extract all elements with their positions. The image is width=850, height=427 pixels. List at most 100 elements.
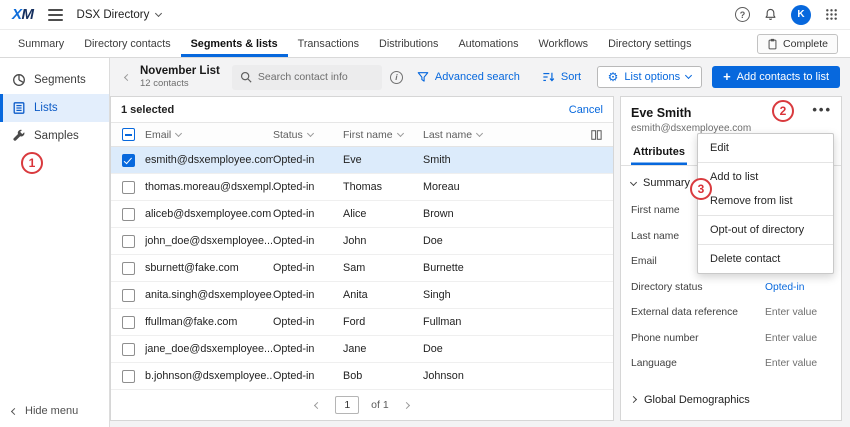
back-button[interactable] [118,68,136,86]
info-icon[interactable]: i [390,71,403,84]
cell-last-name: Burnette [423,262,613,274]
chevron-down-icon [397,129,404,136]
manage-columns-button[interactable] [579,129,613,141]
sidebar-label-lists: Lists [34,102,58,114]
sort-label: Sort [561,71,581,83]
tab-summary[interactable]: Summary [8,30,74,57]
list-title-block: November List 12 contacts [140,65,220,89]
row-checkbox[interactable] [122,154,135,167]
app-window: XM DSX Directory ? K Summary Directory c… [0,0,850,427]
cell-email: b.johnson@dsxemployee.... [145,370,273,382]
user-avatar[interactable]: K [791,5,811,25]
complete-button[interactable]: Complete [757,34,838,54]
cell-email: john_doe@dsxemployee.... [145,235,273,247]
search-input[interactable] [258,71,370,83]
tab-distributions[interactable]: Distributions [369,30,448,57]
plus-icon: + [723,72,731,82]
menu-divider [698,215,833,216]
column-header-email[interactable]: Email [145,129,171,141]
add-contacts-to-list-button[interactable]: + Add contacts to list [712,66,840,88]
global-demographics-label: Global Demographics [644,394,750,406]
menu-item-opt-out-of-directory[interactable]: Opt-out of directory [698,218,833,242]
list-name: November List [140,65,220,77]
row-checkbox[interactable] [122,289,135,302]
table-row[interactable]: b.johnson@dsxemployee.... Opted-in Bob J… [111,363,613,390]
table-row[interactable]: thomas.moreau@dsxempl... Opted-in Thomas… [111,174,613,201]
table-row[interactable]: ffullman@fake.com Opted-in Ford Fullman [111,309,613,336]
app-grid-icon[interactable] [825,8,838,21]
table-row[interactable]: aliceb@dsxemployee.com Opted-in Alice Br… [111,201,613,228]
sort-button[interactable]: Sort [542,71,581,83]
table-row[interactable]: john_doe@dsxemployee.... Opted-in John D… [111,228,613,255]
menu-item-remove-from-list[interactable]: Remove from list [698,189,833,213]
list-contact-count: 12 contacts [140,78,220,89]
global-demographics-section-header[interactable]: Global Demographics [631,394,829,406]
menu-divider [698,162,833,163]
hamburger-menu-icon[interactable] [48,9,63,21]
list-options-button[interactable]: ⚙ List options [597,66,702,88]
tab-attributes[interactable]: Attributes [631,140,687,165]
contacts-table-panel: 1 selected Cancel Email Status First nam… [110,96,614,421]
field-value-directory-status[interactable]: Opted-in [765,282,829,293]
row-checkbox[interactable] [122,235,135,248]
directory-selector[interactable]: DSX Directory [77,9,162,21]
row-checkbox[interactable] [122,208,135,221]
menu-item-delete-contact[interactable]: Delete contact [698,247,833,271]
row-checkbox[interactable] [122,316,135,329]
column-header-status[interactable]: Status [273,129,303,141]
table-row[interactable]: esmith@dsxemployee.com Opted-in Eve Smit… [111,147,613,174]
cell-last-name: Fullman [423,316,613,328]
chevron-left-icon [11,407,18,414]
select-all-checkbox[interactable] [122,128,135,141]
previous-page-button[interactable] [312,400,323,411]
tab-transactions[interactable]: Transactions [288,30,369,57]
pagination: 1 of 1 [111,390,613,420]
samples-wrench-icon [12,129,26,143]
search-icon [240,71,252,83]
menu-item-edit[interactable]: Edit [698,136,833,160]
hide-menu-button[interactable]: Hide menu [12,405,78,417]
cell-first-name: Eve [343,154,423,166]
help-icon[interactable]: ? [735,7,750,22]
table-row[interactable]: anita.singh@dsxemployee... Opted-in Anit… [111,282,613,309]
lists-icon [12,101,26,115]
tab-segments-and-lists[interactable]: Segments & lists [181,30,288,57]
chevron-down-icon [307,129,314,136]
field-value[interactable]: Enter value [765,307,829,318]
notifications-bell-icon[interactable] [764,8,777,21]
cell-email: thomas.moreau@dsxempl... [145,181,273,193]
cell-first-name: Thomas [343,181,423,193]
column-header-last-name[interactable]: Last name [423,129,472,141]
sidebar-item-lists[interactable]: Lists [0,94,109,122]
cell-first-name: Anita [343,289,423,301]
field-value[interactable]: Enter value [765,358,829,369]
row-checkbox[interactable] [122,370,135,383]
cancel-selection-link[interactable]: Cancel [569,104,603,116]
cell-first-name: Ford [343,316,423,328]
tab-directory-contacts[interactable]: Directory contacts [74,30,180,57]
advanced-search-button[interactable]: Advanced search [417,71,520,83]
advanced-search-label: Advanced search [435,71,520,83]
chevron-down-icon [175,129,182,136]
field-row: Phone number Enter value [631,326,829,352]
more-options-button[interactable]: ••• [812,105,832,115]
table-row[interactable]: jane_doe@dsxemployee.... Opted-in Jane D… [111,336,613,363]
row-checkbox[interactable] [122,343,135,356]
cell-status: Opted-in [273,235,343,247]
sidebar-item-segments[interactable]: Segments [0,66,109,94]
next-page-button[interactable] [401,400,412,411]
table-row[interactable]: sburnett@fake.com Opted-in Sam Burnette [111,255,613,282]
sidebar-label-samples: Samples [34,130,79,142]
tab-workflows[interactable]: Workflows [528,30,598,57]
tab-directory-settings[interactable]: Directory settings [598,30,701,57]
column-header-first-name[interactable]: First name [343,129,393,141]
chevron-right-icon [630,396,637,403]
row-checkbox[interactable] [122,181,135,194]
sidebar-item-samples[interactable]: Samples [0,122,109,150]
row-checkbox[interactable] [122,262,135,275]
top-bar: XM DSX Directory ? K [0,0,850,30]
current-page-box[interactable]: 1 [335,396,359,414]
tab-automations[interactable]: Automations [448,30,528,57]
field-value[interactable]: Enter value [765,333,829,344]
menu-item-add-to-list[interactable]: Add to list [698,165,833,189]
